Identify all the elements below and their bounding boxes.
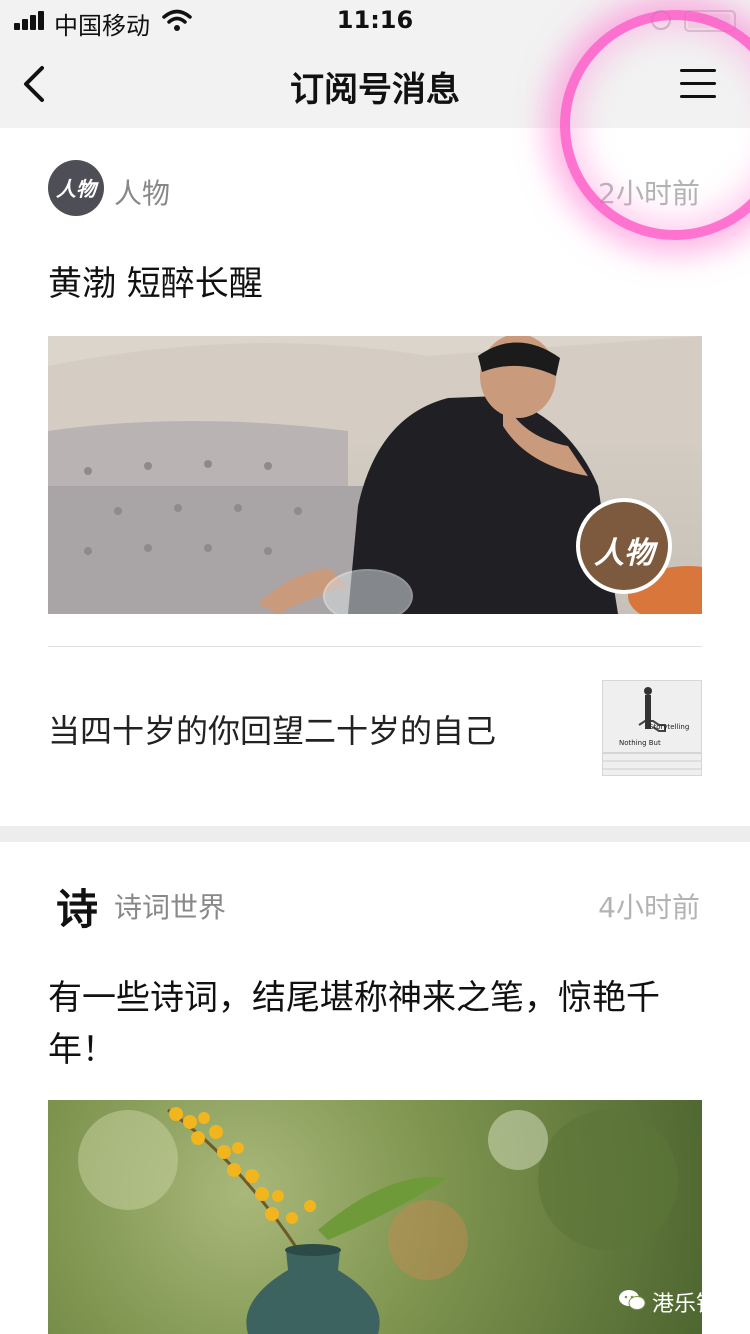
screen: 中国移动 11:16 订阅号消息 人物 人物 2小时前 黄渤 短醉长醒 人物 当…: [0, 0, 750, 1334]
account-avatar[interactable]: 诗: [48, 874, 104, 930]
status-bar: 中国移动 11:16: [0, 0, 750, 40]
avatar-logo-text: 人物: [56, 177, 96, 201]
watermark-text: 港乐钩沉: [652, 1292, 741, 1317]
divider: [48, 646, 702, 647]
sub-article-thumbnail[interactable]: Storytelling Nothing But: [602, 680, 702, 776]
thumbnail-caption-nothing-but: Nothing But: [619, 739, 661, 747]
cover-photo-illustration: [48, 336, 702, 614]
cover-logo-badge: 人物: [594, 536, 654, 571]
article-headline[interactable]: 有一些诗词，结尾堪称神来之笔，惊艳千年！: [48, 972, 702, 1076]
article-cover-image[interactable]: [48, 1100, 702, 1334]
sub-article-title[interactable]: 当四十岁的你回望二十岁的自己: [48, 706, 496, 752]
status-time: 11:16: [336, 6, 414, 34]
message-card[interactable]: 诗 诗词世界 4小时前 有一些诗词，结尾堪称神来之笔，惊艳千年！ 港乐钩沉: [0, 842, 750, 1334]
battery-icon: [684, 10, 736, 32]
post-time: 4小时前: [598, 891, 700, 924]
cover-photo-illustration: [78, 1107, 678, 1334]
article-headline[interactable]: 黄渤 短醉长醒: [48, 258, 702, 310]
navigation-bar: 订阅号消息: [0, 40, 750, 128]
thumbnail-caption-storytelling: Storytelling: [649, 723, 690, 731]
card-separator: [0, 826, 750, 842]
account-avatar[interactable]: 人物: [48, 160, 104, 216]
menu-icon[interactable]: [680, 66, 720, 102]
battery-level: [688, 14, 730, 28]
message-card[interactable]: 人物 人物 2小时前 黄渤 短醉长醒 人物 当四十岁的你回望二十岁的自己 Sto…: [0, 128, 750, 826]
account-name[interactable]: 诗词世界: [114, 886, 226, 926]
page-title: 订阅号消息: [290, 70, 460, 110]
article-cover-image[interactable]: 人物: [48, 336, 702, 614]
wechat-icon: [619, 1290, 646, 1310]
post-time: 2小时前: [598, 177, 700, 210]
alarm-icon: [651, 10, 671, 30]
avatar-logo-text: 诗: [55, 885, 98, 930]
account-name[interactable]: 人物: [114, 172, 170, 212]
